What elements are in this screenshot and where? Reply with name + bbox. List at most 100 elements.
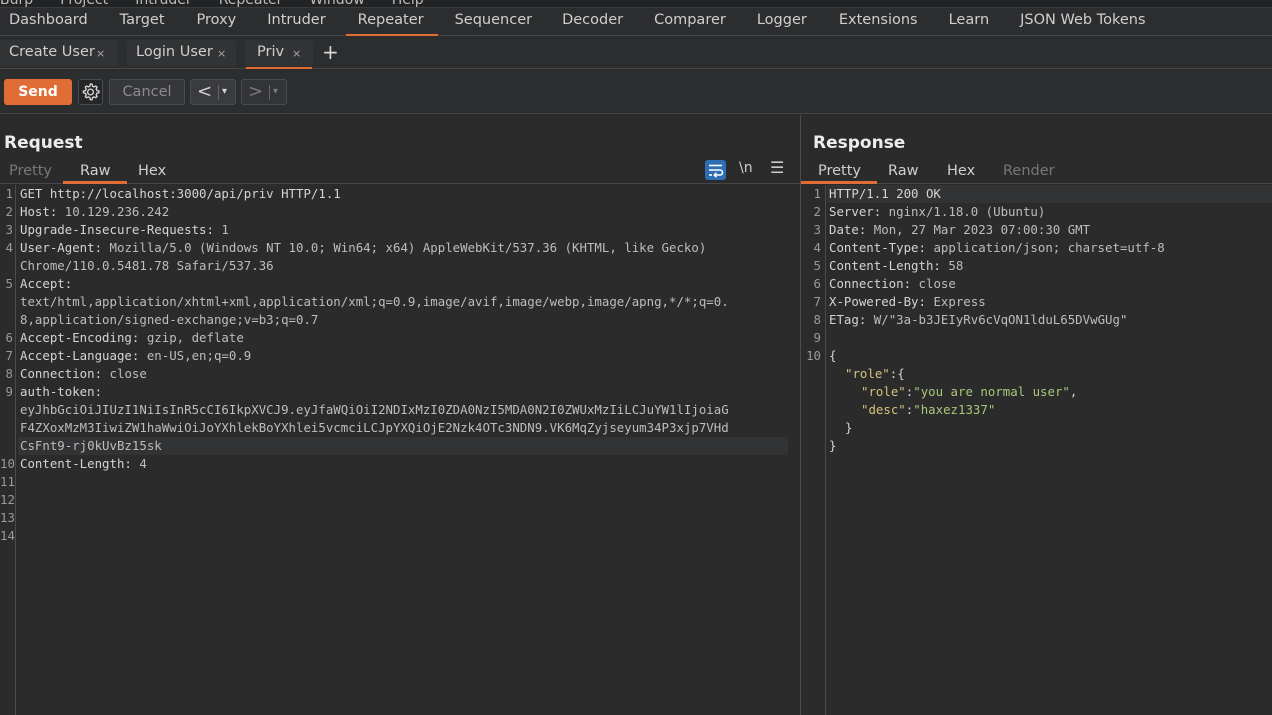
word-wrap-toggle[interactable] [705, 160, 726, 180]
request-tab-pretty[interactable]: Pretty [9, 163, 52, 179]
line-text: CsFnt9-rj0kUvBz15sk [20, 437, 162, 455]
json-line: } [845, 420, 853, 435]
main-tabs: Dashboard Target Proxy Intruder Repeater… [0, 8, 1272, 36]
line-number: 7 [813, 294, 821, 309]
tab-logger[interactable]: Logger [757, 8, 807, 35]
header-name: Content-Length: [20, 456, 132, 471]
tab-comparer[interactable]: Comparer [654, 8, 726, 35]
json-string: "haxez1337" [913, 402, 996, 417]
menu-help[interactable]: Help [392, 0, 424, 7]
header-value: 4 [131, 456, 147, 471]
line-text: Connection: close [20, 365, 147, 383]
line-text: Accept-Encoding: gzip, deflate [20, 329, 244, 347]
close-icon[interactable]: × [96, 47, 105, 60]
tab-extensions[interactable]: Extensions [839, 8, 918, 35]
previous-request-button[interactable]: < ▾ [190, 79, 236, 105]
editor-line: CsFnt9-rj0kUvBz15sk [18, 437, 788, 455]
repeater-tab-create-user[interactable]: Create User × [0, 40, 118, 66]
header-value: close [911, 276, 956, 291]
line-text: Accept: [20, 275, 72, 293]
line-number: 1 [5, 186, 13, 201]
line-text: Content-Length: 58 [829, 257, 963, 275]
response-tab-render[interactable]: Render [1003, 163, 1055, 179]
header-name: Server: [829, 204, 882, 219]
tab-dashboard[interactable]: Dashboard [9, 8, 88, 35]
response-editor[interactable]: HTTP/1.1 200 OK 1 2 Server: nginx/1.18.0 (U… [801, 185, 1272, 715]
header-value: 1 [213, 222, 229, 237]
line-number: 7 [5, 348, 13, 363]
response-tab-hex[interactable]: Hex [947, 163, 975, 179]
header-value: Express [925, 294, 986, 309]
header-name: Accept: [20, 276, 73, 291]
editor-line: 4 User-Agent: Mozilla/5.0 (Windows NT 10.… [0, 239, 800, 257]
header-name: X-Powered-By: [829, 294, 926, 309]
chevron-left-icon: < [197, 81, 213, 102]
show-newlines-toggle[interactable]: \n [739, 160, 753, 176]
tab-decoder[interactable]: Decoder [562, 8, 623, 35]
line-text: auth-token: [20, 383, 102, 401]
response-tab-pretty[interactable]: Pretty [800, 163, 878, 184]
tab-repeater[interactable]: Repeater [345, 8, 438, 36]
header-name: Accept-Encoding: [20, 330, 140, 345]
menu-window[interactable]: Window [309, 0, 364, 7]
header-value: W/"3a-b3JEIyRv6cVqON1lduL65DVwGUg" [866, 312, 1128, 327]
editor-line: HTTP/1.1 200 OK [827, 185, 1272, 203]
editor-line: 9 [801, 329, 1272, 347]
editor-line: 13 [0, 509, 800, 527]
chevron-right-icon: > [248, 81, 264, 102]
line-number: 5 [5, 276, 13, 291]
line-number: 10 [806, 348, 821, 363]
line-number: 2 [5, 204, 13, 219]
cancel-button[interactable]: Cancel [109, 79, 185, 105]
menu-burp[interactable]: Burp [0, 0, 33, 7]
header-name: ETag: [829, 312, 867, 327]
close-icon[interactable]: × [292, 47, 301, 60]
editor-line: 8 Connection: close [0, 365, 800, 383]
editor-line: 6 Accept-Encoding: gzip, deflate [0, 329, 800, 347]
header-value: gzip, deflate [139, 330, 244, 345]
editor-line: 3 Upgrade-Insecure-Requests: 1 [0, 221, 800, 239]
request-tab-hex[interactable]: Hex [138, 163, 166, 179]
response-title: Response [813, 133, 906, 153]
repeater-tab-login-user[interactable]: Login User × [127, 40, 236, 66]
tab-json-web-tokens[interactable]: JSON Web Tokens [1020, 8, 1145, 35]
line-text: ETag: W/"3a-b3JEIyRv6cVqON1lduL65DVwGUg" [829, 311, 1127, 329]
request-tab-raw[interactable]: Raw [63, 163, 126, 184]
line-text: HTTP/1.1 200 OK [829, 186, 941, 201]
request-view-tabs: Pretty Raw Hex \n ☰ [0, 158, 800, 184]
editor-line: 4 Content-Type: application/json; charset… [801, 239, 1272, 257]
response-tab-raw[interactable]: Raw [888, 163, 919, 179]
add-tab-button[interactable]: + [322, 41, 339, 63]
editor-line: F4ZXoxMzM3IiwiZW1haWwiOiJoYXhlekBoYXhlei… [0, 419, 800, 437]
chevron-down-icon[interactable]: ▾ [222, 80, 227, 104]
menu-project[interactable]: Project [60, 0, 108, 7]
line-number: 3 [5, 222, 13, 237]
header-value: application/json; charset=utf-8 [925, 240, 1165, 255]
line-text: 8,application/signed-exchange;v=b3;q=0.7 [20, 311, 318, 329]
header-name: Connection: [829, 276, 912, 291]
settings-button[interactable] [78, 79, 103, 105]
menu-repeater[interactable]: Repeater [219, 0, 283, 7]
repeater-tab-label: Create User [9, 44, 95, 60]
chevron-down-icon[interactable]: ▾ [273, 80, 278, 104]
tab-target[interactable]: Target [120, 8, 165, 35]
hamburger-menu-icon[interactable]: ☰ [770, 158, 784, 177]
menu-intruder[interactable]: Intruder [135, 0, 191, 7]
request-editor[interactable]: 1 GET http://localhost:3000/api/priv HTTP… [0, 185, 800, 715]
header-value: Mozilla/5.0 (Windows NT 10.0; Win64; x64… [102, 240, 707, 255]
line-text: text/html,application/xhtml+xml,applicat… [20, 293, 729, 311]
gear-icon [82, 83, 100, 101]
next-request-button[interactable]: > ▾ [241, 79, 287, 105]
separator [269, 85, 270, 100]
repeater-tab-label: Priv [257, 44, 285, 60]
repeater-tab-priv[interactable]: Priv × [245, 40, 313, 69]
tab-learn[interactable]: Learn [949, 8, 990, 35]
send-button[interactable]: Send [4, 79, 72, 105]
tab-proxy[interactable]: Proxy [197, 8, 237, 35]
tab-intruder[interactable]: Intruder [267, 8, 325, 35]
close-icon[interactable]: × [217, 47, 226, 60]
header-value: Chrome/110.0.5481.78 Safari/537.36 [20, 258, 274, 273]
header-value: CsFnt9-rj0kUvBz15sk [20, 438, 162, 453]
tab-sequencer[interactable]: Sequencer [455, 8, 532, 35]
editor-line: 12 [0, 491, 800, 509]
